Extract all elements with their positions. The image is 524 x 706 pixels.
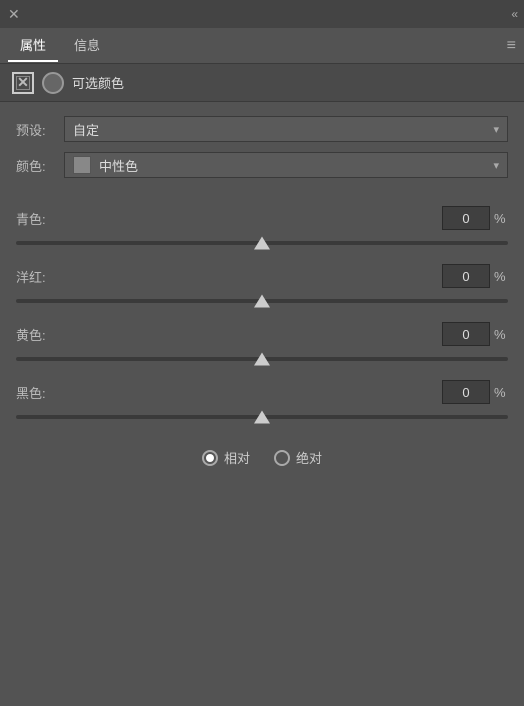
preset-row: 预设: 自定 ▾ [16, 116, 508, 142]
yellow-slider-row: 黄色: 0 % [16, 322, 508, 346]
cyan-track-container[interactable] [16, 232, 508, 254]
black-label: 黑色: [16, 383, 52, 402]
collapse-icon[interactable]: « [511, 7, 516, 21]
color-chevron-icon: ▾ [493, 159, 499, 172]
yellow-label: 黄色: [16, 325, 52, 344]
yellow-track [16, 357, 508, 361]
color-swatch [73, 156, 91, 174]
black-slider-row: 黑色: 0 % [16, 380, 508, 404]
top-bar: ✕ « [0, 0, 524, 28]
radio-absolute[interactable]: 绝对 [274, 448, 322, 467]
circle-icon [42, 72, 64, 94]
radio-absolute-outer [274, 450, 290, 466]
magenta-track [16, 299, 508, 303]
magenta-percent: % [494, 269, 508, 284]
cyan-label: 青色: [16, 209, 52, 228]
yellow-thumb[interactable] [254, 353, 270, 366]
color-dropdown[interactable]: 中性色 ▾ [64, 152, 508, 178]
cyan-slider-section: 青色: 0 % [16, 206, 508, 254]
panel-header: ✕ 可选颜色 [0, 64, 524, 102]
panel-title: 可选颜色 [72, 73, 124, 92]
black-track [16, 415, 508, 419]
black-track-container[interactable] [16, 406, 508, 428]
cyan-value[interactable]: 0 [442, 206, 490, 230]
radio-row: 相对 绝对 [16, 448, 508, 467]
radio-relative[interactable]: 相对 [202, 448, 250, 467]
color-value: 中性色 [99, 156, 138, 175]
black-value[interactable]: 0 [442, 380, 490, 404]
cyan-thumb[interactable] [254, 237, 270, 250]
panel: ✕ « 属性 信息 ≡ ✕ 可选颜色 预设: 自定 ▾ [0, 0, 524, 706]
black-slider-section: 黑色: 0 % [16, 380, 508, 428]
tab-properties[interactable]: 属性 [8, 29, 58, 62]
radio-relative-outer [202, 450, 218, 466]
cyan-slider-row: 青色: 0 % [16, 206, 508, 230]
yellow-track-container[interactable] [16, 348, 508, 370]
yellow-slider-section: 黄色: 0 % [16, 322, 508, 370]
preset-label: 预设: [16, 120, 56, 139]
magenta-slider-section: 洋红: 0 % [16, 264, 508, 312]
tabs: 属性 信息 [8, 29, 112, 62]
magenta-slider-row: 洋红: 0 % [16, 264, 508, 288]
cyan-percent: % [494, 211, 508, 226]
preset-value: 自定 [73, 120, 99, 139]
magenta-thumb[interactable] [254, 295, 270, 308]
color-label: 颜色: [16, 156, 56, 175]
color-row: 颜色: 中性色 ▾ [16, 152, 508, 178]
menu-icon[interactable]: ≡ [507, 37, 516, 55]
cyan-track [16, 241, 508, 245]
radio-relative-inner [206, 454, 214, 462]
tab-bar: 属性 信息 ≡ [0, 28, 524, 64]
radio-absolute-label: 绝对 [296, 448, 322, 467]
black-percent: % [494, 385, 508, 400]
preset-chevron-icon: ▾ [493, 123, 499, 136]
yellow-percent: % [494, 327, 508, 342]
select-color-x-icon: ✕ [12, 72, 34, 94]
content: 预设: 自定 ▾ 颜色: 中性色 ▾ 青色: 0 [0, 102, 524, 706]
black-thumb[interactable] [254, 411, 270, 424]
magenta-track-container[interactable] [16, 290, 508, 312]
radio-relative-label: 相对 [224, 448, 250, 467]
magenta-label: 洋红: [16, 267, 52, 286]
yellow-value[interactable]: 0 [442, 322, 490, 346]
preset-dropdown[interactable]: 自定 ▾ [64, 116, 508, 142]
magenta-value[interactable]: 0 [442, 264, 490, 288]
close-icon[interactable]: ✕ [8, 6, 20, 23]
tab-info[interactable]: 信息 [62, 29, 112, 62]
